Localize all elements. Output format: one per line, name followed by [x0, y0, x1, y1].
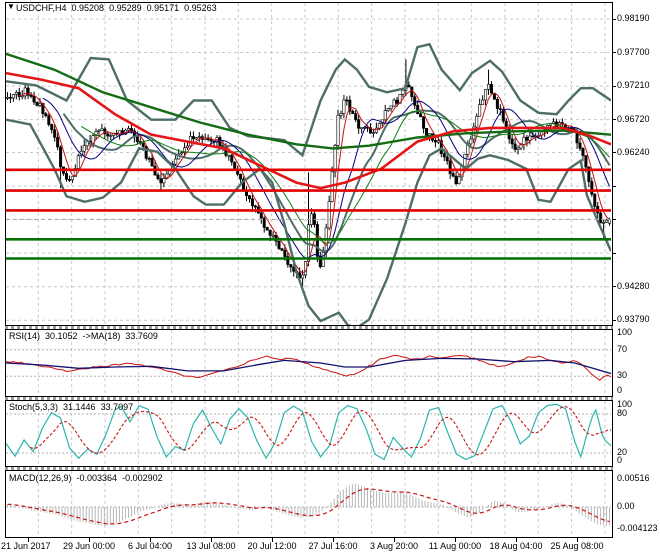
time-axis-label: 20 Jul 12:00 — [247, 541, 297, 551]
time-axis-label: 6 Jul 04:00 — [127, 541, 173, 551]
stoch-value: 31.1446 — [63, 402, 96, 412]
price-axis-tick — [612, 253, 616, 254]
macd-name: MACD(12,26,9) — [9, 473, 72, 483]
price-axis-tick — [612, 19, 616, 20]
price-axis-tick — [612, 52, 616, 53]
rsi-title: RSI(14) 30.1052 ->MA(18) 33.7609 — [9, 331, 163, 341]
price-axis-tick — [612, 186, 616, 187]
macd-value: -0.003364 — [76, 473, 118, 483]
stoch-signal-value: 33.7097 — [100, 402, 134, 412]
macd-axis-label: 0.00 — [617, 501, 635, 511]
price-axis-label: 0.96240 — [617, 147, 650, 157]
rsi-name: RSI(14) — [9, 331, 41, 341]
high-value: 0.95289 — [109, 3, 142, 13]
ohlc-header: USDCHF,H4 0.95208 0.95289 0.95171 0.95263 — [16, 3, 222, 13]
main-chart-canvas[interactable] — [6, 3, 611, 325]
stoch-title: Stoch(5,3,3) 31.1446 33.7097 — [9, 402, 138, 412]
time-axis-label: 3 Aug 20:00 — [369, 541, 419, 551]
price-axis-tick — [612, 219, 616, 220]
price-axis-label: 0.96720 — [617, 114, 650, 124]
time-axis-label: 27 Jul 16:00 — [308, 541, 358, 551]
price-axis-label: 0.97210 — [617, 80, 650, 90]
rsi-value: 30.1052 — [45, 331, 78, 341]
time-axis-label: 18 Aug 04:00 — [489, 541, 543, 551]
stoch-axis-label: 0 — [617, 455, 623, 465]
close-value: 0.95263 — [184, 3, 217, 13]
time-axis-label: 13 Jul 08:00 — [186, 541, 236, 551]
macd-signal-value: -0.002902 — [122, 473, 163, 483]
time-axis[interactable]: 21 Jun 2017 29 Jun 00:00 6 Jul 04:00 13 Jul… — [0, 538, 660, 560]
price-axis-tick — [612, 320, 616, 321]
time-axis-label: 11 Aug 00:00 — [428, 541, 482, 551]
symbol-timeframe-label: USDCHF,H4 — [16, 3, 67, 13]
price-axis-tick — [612, 86, 616, 87]
rsi-axis-label: 30 — [617, 370, 628, 380]
rsi-axis-label: 0 — [617, 385, 623, 395]
time-axis-label: 25 Aug 08:00 — [550, 541, 604, 551]
symbol-dropdown-icon[interactable]: ▼ — [7, 2, 15, 11]
macd-title: MACD(12,26,9) -0.003364 -0.002902 — [9, 473, 168, 483]
stoch-name: Stoch(5,3,3) — [9, 402, 59, 412]
rsi-ma-name: ->MA(18) — [82, 331, 121, 341]
chart-window: ▼ USDCHF,H4 0.95208 0.95289 0.95171 0.95263 … — [0, 0, 660, 560]
price-axis-tick — [612, 119, 616, 120]
rsi-axis-label: 70 — [617, 344, 628, 354]
low-value: 0.95171 — [146, 3, 180, 13]
rsi-ma-value: 33.7609 — [125, 331, 158, 341]
stoch-axis-label: 80 — [617, 408, 628, 418]
price-axis-label: 0.97700 — [617, 47, 650, 57]
price-axis[interactable]: 0.98190 0.97700 0.97210 0.96720 0.96240 0.942… — [612, 0, 660, 538]
time-axis-label: 21 Jun 2017 — [1, 541, 51, 551]
open-value: 0.95208 — [71, 3, 105, 13]
macd-axis-label: -0.004123 — [617, 523, 658, 533]
price-axis-tick — [612, 152, 616, 153]
price-axis-tick — [612, 286, 616, 287]
time-axis-label: 29 Jun 00:00 — [62, 541, 116, 551]
macd-axis-label: 0.00516 — [617, 473, 650, 483]
price-axis-label: 0.93790 — [617, 314, 650, 324]
price-axis-label: 0.94280 — [617, 281, 650, 291]
rsi-axis-label: 100 — [617, 327, 633, 337]
price-axis-label: 0.98190 — [617, 13, 650, 23]
